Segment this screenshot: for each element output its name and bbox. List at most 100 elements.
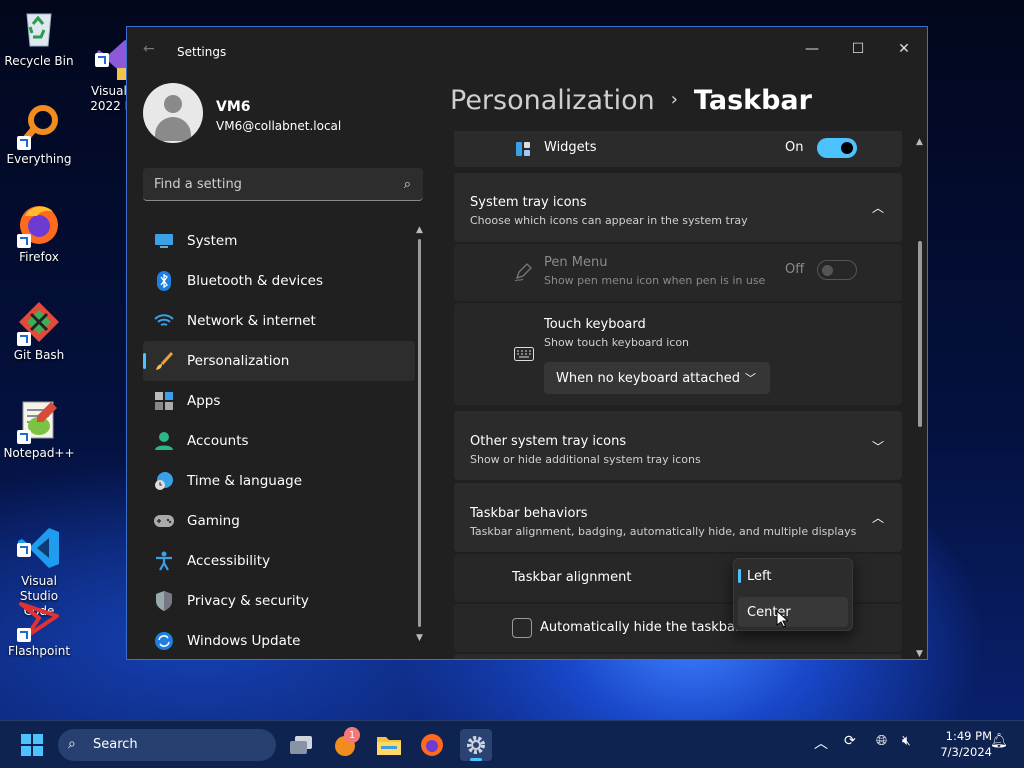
minimize-button[interactable]: — (789, 33, 835, 65)
close-button[interactable]: ✕ (881, 33, 927, 65)
breadcrumb-parent[interactable]: Personalization (450, 85, 655, 116)
alignment-option-center[interactable]: Center (738, 597, 848, 627)
nav-scrollbar[interactable]: ▲ ▼ (416, 225, 423, 645)
nav-item-bluetooth-devices[interactable]: Bluetooth & devices (143, 261, 415, 301)
shield-icon (153, 590, 175, 612)
notification-badge: 1 (344, 727, 360, 743)
touch-keyboard-title: Touch keyboard (544, 317, 646, 332)
volume-muted-icon[interactable]: 🔇︎ (902, 733, 911, 749)
network-globe-icon[interactable]: 🌐︎ (876, 733, 887, 749)
pen-menu-title: Pen Menu (544, 255, 608, 270)
taskbar-app-file-explorer[interactable] (373, 729, 405, 761)
taskbar-app-firefox[interactable] (416, 729, 448, 761)
nav-item-network-internet[interactable]: Network & internet (143, 301, 415, 341)
gamepad-icon (153, 510, 175, 532)
scroll-up-arrow-icon[interactable]: ▲ (916, 137, 923, 147)
desktop-icon-git-bash[interactable]: Git Bash (2, 300, 76, 363)
title-bar[interactable]: ← Settings — ☐ ✕ (127, 27, 927, 71)
settings-nav: System Bluetooth & devices Network & int… (143, 221, 415, 659)
system-clock[interactable]: 1:49 PM 7/3/2024 (922, 728, 992, 760)
pen-menu-state: Off (785, 262, 805, 277)
windows-taskbar: ⌕ Search 1 ︿ ⟳ 🌐︎ 🔇︎ 1:49 PM 7/3/2024 🔔︎ (0, 720, 1024, 768)
nav-item-accounts[interactable]: Accounts (143, 421, 415, 461)
notification-bell-icon[interactable]: 🔔︎ (990, 733, 1008, 749)
nav-scroll-thumb[interactable] (418, 239, 421, 627)
content-scrollbar[interactable]: ▲ ▼ (916, 137, 923, 659)
chevron-down-icon[interactable]: ﹀ (872, 438, 884, 455)
nav-item-label: Bluetooth & devices (187, 273, 324, 289)
start-button[interactable] (16, 729, 48, 761)
nav-item-accessibility[interactable]: Accessibility (143, 541, 415, 581)
auto-hide-label: Automatically hide the taskbar (540, 620, 741, 635)
pen-menu-row: Pen Menu Show pen menu icon when pen is … (454, 244, 902, 301)
nav-item-privacy-security[interactable]: Privacy & security (143, 581, 415, 621)
desktop-icon-flashpoint[interactable]: Flashpoint (2, 596, 76, 659)
avatar (143, 83, 203, 143)
page-title: Taskbar (693, 85, 812, 116)
widgets-label: Widgets (544, 140, 597, 155)
desktop-icon-label: Everything (6, 152, 72, 166)
shortcut-arrow-icon (17, 430, 31, 444)
brush-icon (153, 350, 175, 372)
chevron-up-icon[interactable]: ︿ (872, 199, 884, 216)
scroll-up-arrow-icon[interactable]: ▲ (416, 225, 423, 235)
wifi-icon (153, 310, 175, 332)
search-placeholder: Find a setting (154, 177, 242, 192)
maximize-button[interactable]: ☐ (835, 33, 881, 65)
active-app-indicator (470, 758, 482, 761)
firefox-icon (17, 202, 61, 248)
system-tray-icons-header[interactable]: System tray icons Choose which icons can… (454, 173, 902, 242)
keyboard-icon (514, 346, 534, 361)
search-icon: ⌕ (68, 736, 76, 752)
nav-item-personalization[interactable]: Personalization (143, 341, 415, 381)
nav-item-system[interactable]: System (143, 221, 415, 261)
scroll-down-arrow-icon[interactable]: ▼ (916, 649, 923, 659)
taskbar-behaviors-header[interactable]: Taskbar behaviors Taskbar alignment, bad… (454, 483, 902, 552)
apps-icon (153, 390, 175, 412)
desktop-icon-label: Recycle Bin (4, 54, 74, 68)
task-view-button[interactable] (285, 729, 317, 761)
shortcut-arrow-icon (95, 53, 109, 67)
update-icon (153, 630, 175, 652)
auto-hide-checkbox[interactable] (512, 618, 532, 638)
nav-item-gaming[interactable]: Gaming (143, 501, 415, 541)
find-setting-search-box[interactable]: Find a setting ⌕ (143, 168, 423, 201)
windows-logo-icon (21, 734, 43, 756)
shortcut-arrow-icon (17, 543, 31, 557)
nav-item-label: System (187, 233, 238, 249)
desktop-icon-firefox[interactable]: Firefox (2, 202, 76, 265)
chevron-down-icon: ﹀ (745, 372, 756, 385)
nav-item-apps[interactable]: Apps (143, 381, 415, 421)
desktop-icon-recycle-bin[interactable]: Recycle Bin (2, 6, 76, 69)
sync-icon[interactable]: ⟳ (844, 733, 856, 749)
alignment-option-left[interactable]: Left (738, 561, 848, 591)
clock-globe-icon (153, 470, 175, 492)
system-icon (153, 230, 175, 252)
widgets-toggle[interactable] (817, 138, 857, 158)
taskbar-search-box[interactable]: ⌕ Search (58, 729, 276, 761)
search-icon: ⌕ (403, 177, 411, 192)
nav-item-windows-update[interactable]: Windows Update (143, 621, 415, 659)
touch-keyboard-dropdown[interactable]: When no keyboard attached ﹀ (544, 362, 770, 394)
accessibility-icon (153, 550, 175, 572)
chevron-up-icon[interactable]: ︿ (814, 733, 828, 753)
window-title: Settings (177, 45, 227, 59)
taskbar-app-updater[interactable]: 1 (330, 727, 362, 761)
other-system-tray-icons-header[interactable]: Other system tray icons Show or hide add… (454, 411, 902, 480)
desktop-icon-everything[interactable]: Everything (2, 104, 76, 167)
back-arrow-icon[interactable]: ← (143, 41, 159, 57)
taskbar-app-settings[interactable] (460, 729, 492, 761)
scroll-down-arrow-icon[interactable]: ▼ (416, 633, 423, 643)
everything-search-icon (17, 104, 61, 150)
desktop-icon-notepad-plus-plus[interactable]: Notepad++ (2, 398, 76, 461)
system-tray-title: System tray icons (470, 195, 587, 210)
chevron-up-icon[interactable]: ︿ (872, 509, 884, 526)
accounts-icon (153, 430, 175, 452)
desktop-icon-label: Git Bash (13, 348, 65, 362)
shortcut-arrow-icon (17, 628, 31, 642)
taskbar-behaviors-title: Taskbar behaviors (470, 506, 588, 521)
next-setting-row (454, 654, 902, 659)
nav-item-time-language[interactable]: Time & language (143, 461, 415, 501)
touch-keyboard-row: Touch keyboard Show touch keyboard icon … (454, 303, 902, 405)
content-scroll-thumb[interactable] (918, 241, 922, 427)
